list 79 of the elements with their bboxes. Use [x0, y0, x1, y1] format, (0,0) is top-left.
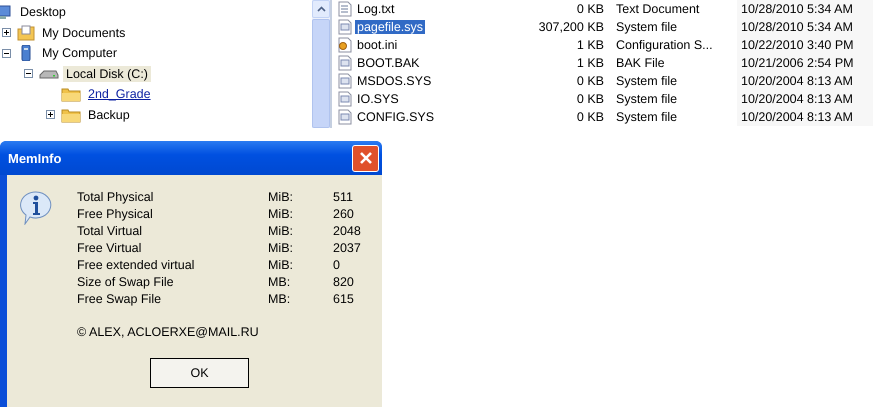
- scroll-thumb[interactable]: [312, 19, 330, 128]
- file-size: 0 KB: [576, 2, 604, 16]
- file-date: 10/20/2004 8:13 AM: [737, 90, 873, 108]
- settings-file-icon: [338, 37, 352, 53]
- memory-value: 0: [333, 257, 341, 274]
- expand-icon[interactable]: [2, 28, 11, 38]
- memory-label: Free Swap File: [77, 291, 162, 308]
- memory-value: 511: [333, 189, 354, 206]
- expand-icon[interactable]: [46, 110, 55, 120]
- memory-value: 820: [333, 274, 355, 291]
- collapse-icon[interactable]: [24, 69, 33, 78]
- unit-label: MiB:: [268, 189, 294, 206]
- close-button[interactable]: [352, 144, 379, 172]
- scroll-up-button[interactable]: [312, 0, 330, 18]
- memory-label: Size of Swap File: [77, 274, 175, 291]
- close-icon: [358, 151, 372, 165]
- system-file-icon: [338, 19, 352, 35]
- file-name[interactable]: pagefile.sys: [355, 20, 426, 34]
- info-icon: [20, 191, 52, 225]
- desktop-icon: [0, 4, 13, 20]
- file-size: 0 KB: [576, 92, 604, 106]
- file-type: Configuration S...: [615, 38, 714, 52]
- tree-item[interactable]: My Computer: [39, 45, 120, 62]
- file-size: 1 KB: [576, 38, 604, 52]
- tree-item[interactable]: Local Disk (C:): [63, 66, 151, 82]
- system-file-icon: [338, 109, 352, 125]
- folder-icon: [61, 106, 81, 123]
- unit-label: MB:: [268, 274, 292, 291]
- memory-label: Total Virtual: [77, 223, 144, 240]
- file-type: System file: [615, 20, 678, 34]
- file-name[interactable]: MSDOS.SYS: [355, 74, 434, 88]
- file-date: 10/28/2010 5:34 AM: [737, 18, 873, 36]
- copyright-text: © ALEX, ACLOERXE@MAIL.RU: [77, 325, 260, 339]
- caret-icon: [316, 6, 326, 12]
- file-date: 10/22/2010 3:40 PM: [737, 36, 873, 54]
- scrollbar[interactable]: [312, 0, 332, 128]
- window-title: MemInfo: [8, 150, 62, 166]
- memory-label: Free Virtual: [77, 240, 142, 257]
- file-type: System file: [615, 74, 678, 88]
- file-size: 0 KB: [576, 110, 604, 124]
- memory-label: Free extended virtual: [77, 257, 196, 274]
- system-file-icon: [338, 73, 352, 89]
- file-type: BAK File: [615, 56, 666, 70]
- unit-label: MB:: [268, 291, 292, 308]
- file-date: 10/21/2006 2:54 PM: [737, 54, 873, 72]
- memory-value: 615: [333, 291, 355, 308]
- memory-value: 260: [333, 206, 355, 223]
- unit-label: MiB:: [268, 206, 294, 223]
- file-name[interactable]: Log.txt: [355, 2, 397, 16]
- file-name[interactable]: boot.ini: [355, 38, 400, 52]
- file-type: System file: [615, 110, 678, 124]
- file-date: 10/20/2004 8:13 AM: [737, 72, 873, 90]
- tree-item[interactable]: Backup: [85, 106, 133, 123]
- system-file-icon: [338, 55, 352, 71]
- ok-button[interactable]: OK: [150, 358, 249, 388]
- memory-value: 2037: [333, 240, 361, 257]
- memory-label: Total Physical: [77, 189, 154, 206]
- unit-label: MiB:: [268, 240, 294, 257]
- system-file-icon: [338, 91, 352, 107]
- file-date: 10/28/2010 5:34 AM: [737, 0, 873, 18]
- unit-label: MiB:: [268, 257, 294, 274]
- unit-label: MiB:: [268, 223, 294, 240]
- memory-value: 2048: [333, 223, 361, 240]
- tree-item[interactable]: 2nd_Grade: [85, 86, 154, 102]
- folder-icon: [17, 24, 35, 41]
- file-name[interactable]: CONFIG.SYS: [355, 110, 436, 124]
- file-size: 0 KB: [576, 74, 604, 88]
- file-name[interactable]: BOOT.BAK: [355, 56, 422, 70]
- file-size: 307,200 KB: [538, 20, 604, 34]
- file-type: Text Document: [615, 2, 700, 16]
- tree-item[interactable]: My Documents: [39, 24, 128, 41]
- file-size: 1 KB: [576, 56, 604, 70]
- file-type: System file: [615, 92, 678, 106]
- tree-item[interactable]: Desktop: [17, 4, 69, 20]
- folder-icon: [61, 86, 81, 102]
- collapse-icon[interactable]: [2, 48, 11, 58]
- file-date: 10/20/2004 8:13 AM: [737, 108, 873, 126]
- memory-label: Free Physical: [77, 206, 154, 223]
- file-name[interactable]: IO.SYS: [355, 92, 401, 106]
